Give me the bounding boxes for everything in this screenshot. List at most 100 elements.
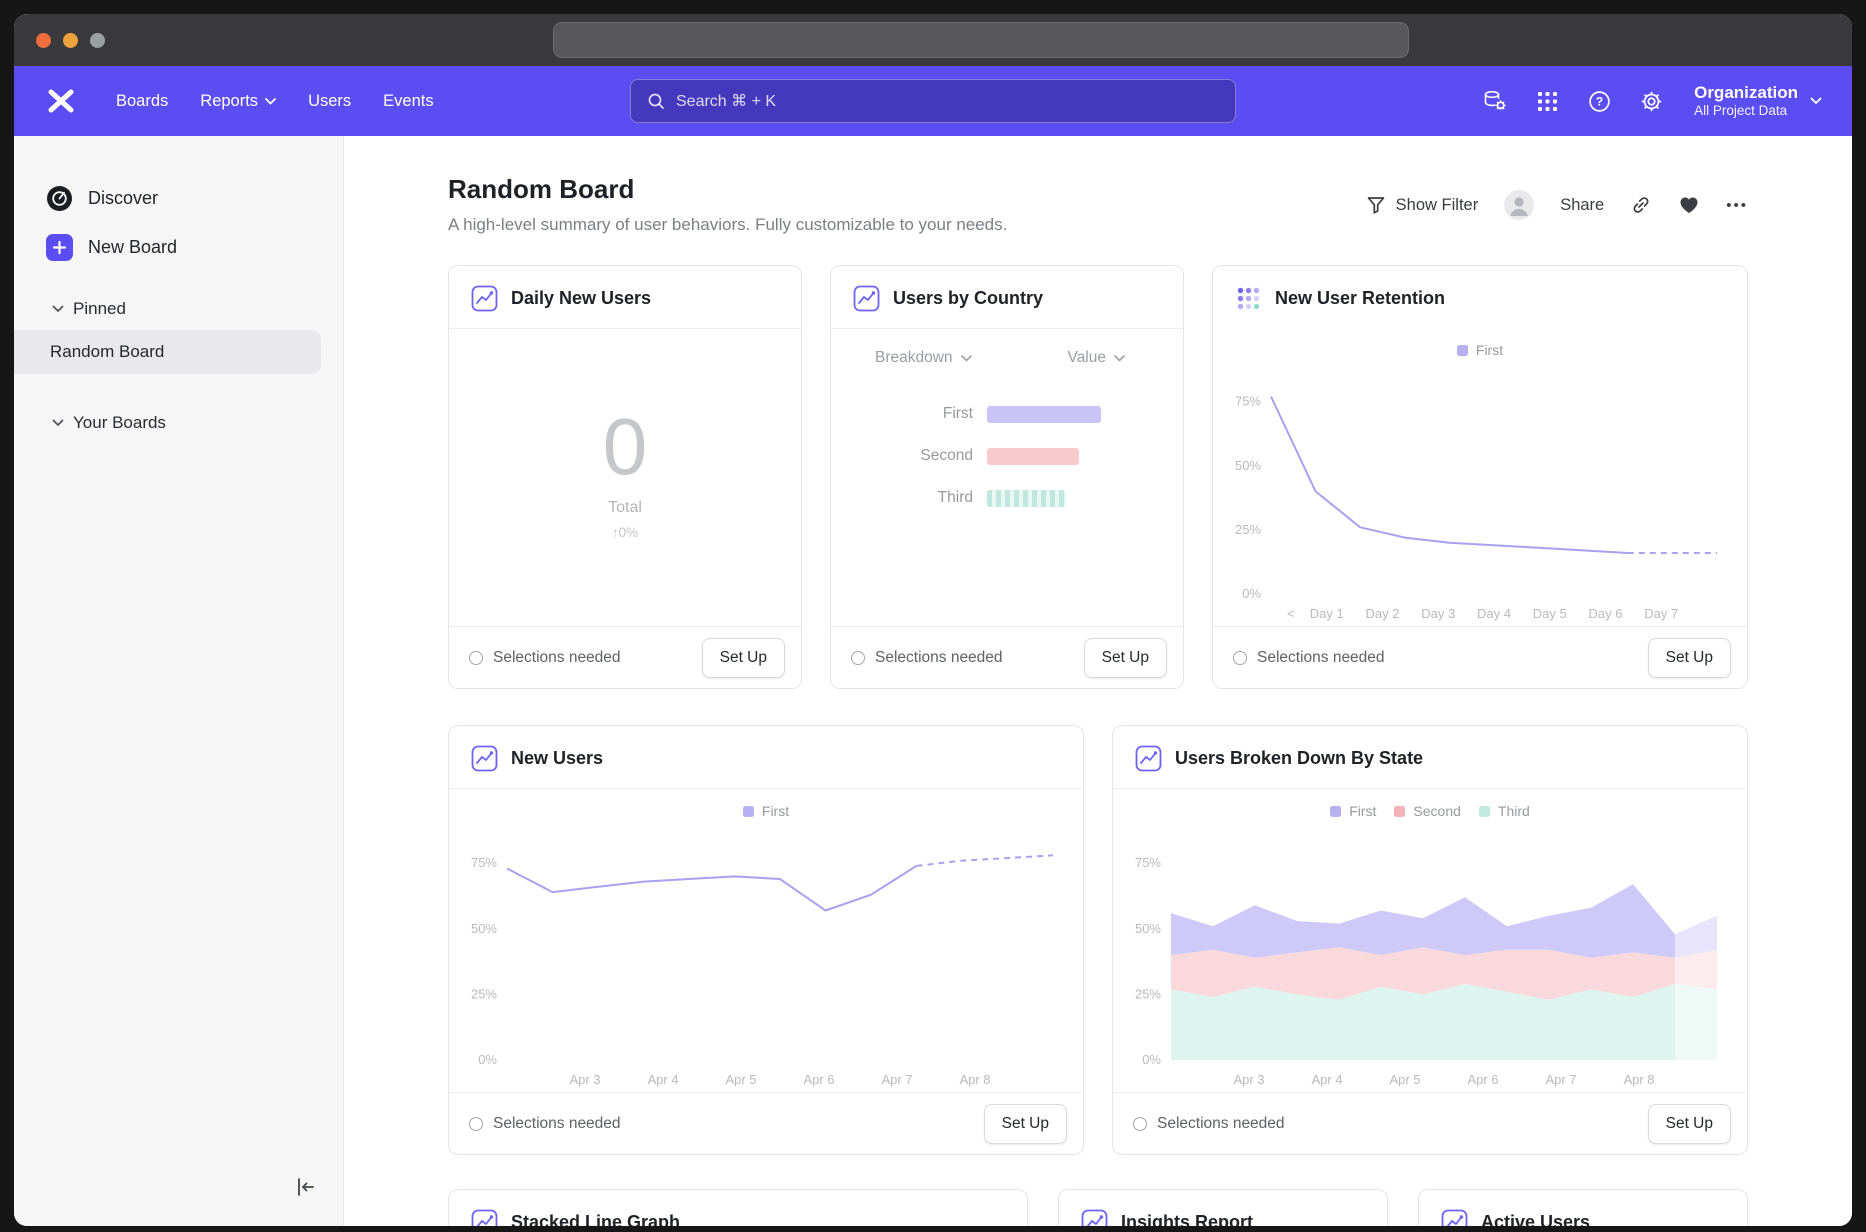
board-controls: Show Filter Share •••	[1366, 190, 1748, 220]
favorite-button[interactable]	[1678, 195, 1700, 215]
pinned-label: Pinned	[73, 299, 126, 319]
mixpanel-logo-icon[interactable]	[40, 81, 82, 121]
svg-text:Apr 4: Apr 4	[1311, 1072, 1342, 1087]
board-owner-avatar[interactable]	[1504, 190, 1534, 220]
card-status: Selections needed	[469, 649, 621, 667]
org-project-data: All Project Data	[1694, 103, 1798, 120]
svg-text:Apr 8: Apr 8	[959, 1072, 990, 1087]
legend-item[interactable]: Second	[1394, 803, 1460, 819]
card-daily-new-users: Daily New Users 0 Total ↑0% Selections n…	[448, 265, 802, 689]
svg-text:Apr 8: Apr 8	[1623, 1072, 1654, 1087]
svg-text:Day 1: Day 1	[1310, 606, 1344, 621]
legend-item[interactable]: Third	[1479, 803, 1530, 819]
random-board-label: Random Board	[50, 342, 164, 362]
status-circle-icon	[1133, 1117, 1147, 1131]
nav-boards[interactable]: Boards	[102, 82, 182, 121]
svg-text:0%: 0%	[1242, 586, 1261, 601]
country-bar-row: Second	[831, 435, 1183, 477]
org-switcher[interactable]: Organization All Project Data	[1694, 82, 1822, 120]
data-management-icon[interactable]	[1474, 81, 1516, 121]
more-options-button[interactable]: •••	[1726, 197, 1748, 214]
window-zoom-button[interactable]	[90, 33, 105, 48]
sidebar-section-your-boards[interactable]: Your Boards	[14, 402, 343, 444]
set-up-button[interactable]: Set Up	[1648, 1104, 1731, 1144]
line-chart-icon	[471, 285, 498, 312]
metric-body: 0 Total ↑0%	[449, 321, 801, 626]
show-filter-button[interactable]: Show Filter	[1366, 195, 1479, 215]
svg-text:Day 2: Day 2	[1366, 606, 1400, 621]
metric-delta: ↑0%	[612, 525, 638, 540]
card-new-user-retention: New User Retention First 75%50%25%0%Day …	[1212, 265, 1748, 689]
line-chart-icon	[853, 285, 880, 312]
status-label: Selections needed	[875, 649, 1003, 667]
card-title: Users Broken Down By State	[1175, 748, 1423, 769]
line-chart-icon	[471, 1209, 498, 1226]
share-button[interactable]: Share	[1560, 196, 1604, 215]
legend-item[interactable]: First	[1330, 803, 1376, 819]
settings-gear-icon[interactable]	[1630, 81, 1672, 121]
nav-reports-label: Reports	[200, 92, 258, 111]
svg-text:Apr 7: Apr 7	[1545, 1072, 1576, 1087]
sidebar-item-random-board[interactable]: Random Board	[14, 330, 321, 374]
org-name: Organization	[1694, 82, 1798, 103]
legend-item[interactable]: First	[743, 803, 789, 819]
bar-segment[interactable]	[987, 406, 1101, 423]
svg-text:50%: 50%	[1135, 921, 1161, 936]
status-circle-icon	[469, 651, 483, 665]
status-label: Selections needed	[1257, 649, 1385, 667]
value-dropdown[interactable]: Value	[1068, 349, 1126, 367]
svg-text:25%: 25%	[1135, 986, 1161, 1001]
legend-swatch	[743, 806, 754, 817]
metric-value: 0	[603, 407, 648, 487]
svg-text:25%: 25%	[471, 986, 497, 1001]
board-main: Random Board A high-level summary of use…	[344, 136, 1852, 1226]
search-placeholder: Search ⌘ + K	[676, 91, 776, 111]
set-up-button[interactable]: Set Up	[1084, 638, 1167, 678]
card-status: Selections needed	[469, 1115, 621, 1133]
chart-legend: First	[1221, 328, 1739, 362]
url-bar[interactable]	[553, 22, 1409, 58]
search-input[interactable]: Search ⌘ + K	[630, 79, 1236, 123]
svg-text:?: ?	[1595, 94, 1602, 108]
svg-text:Apr 3: Apr 3	[1233, 1072, 1264, 1087]
line-chart-icon	[471, 745, 498, 772]
chart-legend: First	[457, 789, 1075, 823]
sidebar-item-discover[interactable]: Discover	[14, 174, 343, 223]
nav-events[interactable]: Events	[369, 82, 447, 121]
card-title: Active Users	[1481, 1212, 1590, 1226]
svg-text:Apr 5: Apr 5	[1389, 1072, 1420, 1087]
new-board-label: New Board	[88, 237, 177, 258]
svg-text:Day 4: Day 4	[1477, 606, 1511, 621]
window-close-button[interactable]	[36, 33, 51, 48]
set-up-button[interactable]: Set Up	[702, 638, 785, 678]
link-icon	[1630, 194, 1652, 216]
legend-item[interactable]: First	[1457, 342, 1503, 358]
bar-segment[interactable]	[987, 490, 1066, 507]
page-title: Random Board	[448, 172, 1007, 206]
help-icon[interactable]: ?	[1578, 81, 1620, 121]
new-users-chart: 75%50%25%0%Apr 3Apr 4Apr 5Apr 6Apr 7Apr …	[457, 823, 1075, 1092]
collapse-sidebar-icon	[293, 1175, 317, 1199]
card-title: Daily New Users	[511, 288, 651, 309]
sidebar-section-pinned[interactable]: Pinned	[14, 288, 343, 330]
copy-link-button[interactable]	[1630, 194, 1652, 216]
status-label: Selections needed	[493, 1115, 621, 1133]
bar-segment[interactable]	[987, 448, 1079, 465]
sidebar-item-new-board[interactable]: New Board	[14, 223, 343, 272]
set-up-button[interactable]: Set Up	[1648, 638, 1731, 678]
apps-grid-icon[interactable]	[1526, 81, 1568, 121]
nav-users[interactable]: Users	[294, 82, 365, 121]
bar-label: Third	[855, 489, 973, 507]
users-by-state-chart: 75%50%25%0%Apr 3Apr 4Apr 5Apr 6Apr 7Apr …	[1121, 823, 1739, 1092]
top-navbar: Boards Reports Users Events Search ⌘ + K	[14, 66, 1852, 136]
set-up-button[interactable]: Set Up	[984, 1104, 1067, 1144]
card-title: New User Retention	[1275, 288, 1445, 309]
legend-swatch	[1479, 806, 1490, 817]
breakdown-dropdown[interactable]: Breakdown	[875, 349, 972, 367]
collapse-sidebar-button[interactable]	[293, 1175, 317, 1204]
nav-reports[interactable]: Reports	[186, 82, 290, 121]
card-status: Selections needed	[1233, 649, 1385, 667]
bar-label: First	[855, 405, 973, 423]
window-minimize-button[interactable]	[63, 33, 78, 48]
primary-nav: Boards Reports Users Events	[102, 82, 448, 121]
